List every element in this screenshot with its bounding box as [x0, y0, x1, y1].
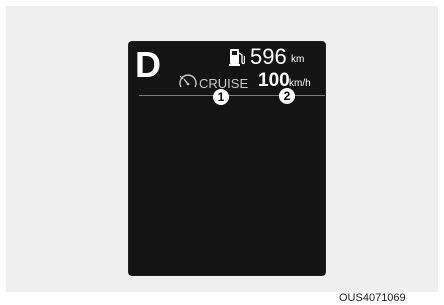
divider	[139, 95, 325, 96]
driving-range-unit: km	[291, 54, 305, 65]
driving-range-value: 596	[250, 44, 287, 69]
gear-indicator: D	[135, 44, 161, 85]
callout-marker-1: 1	[213, 89, 229, 105]
callout-marker-2: 2	[279, 88, 295, 104]
figure-reference-code: OUS4071069	[339, 292, 406, 304]
cruise-speedometer-icon	[179, 74, 197, 88]
fuel-pump-icon	[229, 49, 245, 66]
set-speed-unit: km/h	[289, 78, 311, 89]
cluster-display: D 596 km CRUISE 100 km/h 1 2	[129, 42, 325, 275]
